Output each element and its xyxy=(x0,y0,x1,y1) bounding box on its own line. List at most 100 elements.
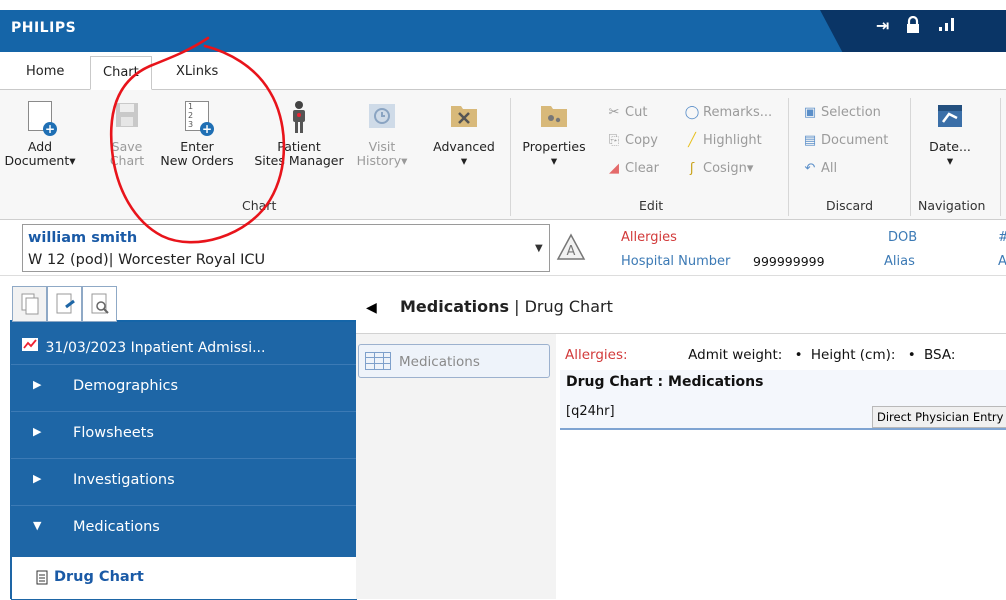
undo-icon: ↶ xyxy=(804,161,816,176)
properties-button[interactable]: Properties ▾ xyxy=(516,100,592,168)
highlighter-icon: ╱ xyxy=(688,133,696,148)
tab-home[interactable]: Home xyxy=(14,56,76,90)
allergy-alert-icon[interactable]: A xyxy=(556,233,586,265)
discard-all-button[interactable]: ↶ All xyxy=(802,161,838,176)
grid-icon xyxy=(365,352,391,370)
dropdown-arrow-icon[interactable]: ▼ xyxy=(535,243,543,254)
document-icon xyxy=(36,570,48,589)
patient-name: william smith xyxy=(28,230,138,246)
history-icon xyxy=(367,100,397,134)
copy-button[interactable]: ⎘ Copy xyxy=(606,133,658,148)
ribbon-separator xyxy=(510,98,511,216)
pin-icon[interactable]: ⇥ xyxy=(876,16,889,35)
pinned-document-tab-icon[interactable] xyxy=(47,286,82,322)
ribbon-separator xyxy=(910,98,911,216)
remarks-button[interactable]: ◯ Remarks... xyxy=(684,105,772,120)
patient-banner: william smith W 12 (pod)| Worcester Roya… xyxy=(0,220,1006,276)
svg-text:A: A xyxy=(567,244,576,259)
drug-chart-section: Drug Chart : Medications [q24hr] Direct … xyxy=(560,370,1006,430)
selection-icon: ▣ xyxy=(803,105,817,120)
discard-group-label: Discard xyxy=(826,198,873,213)
enter-new-orders-button[interactable]: 1 2 3 + Enter New Orders xyxy=(152,100,242,168)
advanced-tools-icon xyxy=(449,100,479,134)
hospital-number-label: Hospital Number xyxy=(621,254,731,269)
speech-bubble-icon: ◯ xyxy=(684,105,700,120)
allergies-label: Allergies xyxy=(621,230,677,245)
navigation-group-label: Navigation xyxy=(918,198,986,213)
properties-icon xyxy=(539,100,569,134)
chevron-right-icon: ▶ xyxy=(33,472,42,485)
ribbon: + Add Document▾ Save Chart 1 2 3 + Enter Ne… xyxy=(0,90,1006,220)
ribbon-tab-row: Home Chart XLinks xyxy=(0,52,1006,90)
medications-view-button[interactable]: Medications xyxy=(358,344,550,378)
nav-item-demographics[interactable]: ▶ Demographics xyxy=(11,364,357,410)
cut-button[interactable]: ✂ Cut xyxy=(606,105,648,120)
edit-group-label: Edit xyxy=(639,198,664,213)
patient-selector[interactable]: william smith W 12 (pod)| Worcester Roya… xyxy=(22,224,550,272)
advanced-button[interactable]: Advanced ▾ xyxy=(424,100,504,168)
collapse-arrow-icon[interactable]: ◀ xyxy=(366,300,377,316)
chevron-right-icon: ▶ xyxy=(33,378,42,391)
new-orders-icon: 1 2 3 + xyxy=(182,100,214,136)
search-document-tab-icon[interactable] xyxy=(82,286,117,322)
admit-weight-field: Admit weight: xyxy=(688,347,783,363)
left-nav-tab-strip xyxy=(10,284,356,322)
chevron-down-icon: ▼ xyxy=(33,519,42,532)
brand-logo: PHILIPS xyxy=(11,20,77,36)
save-icon xyxy=(112,100,142,134)
alias-label: Alias xyxy=(884,254,915,269)
nav-item-medications[interactable]: ▼ Medications xyxy=(11,505,357,551)
view-sidebar: Medications xyxy=(356,334,556,599)
tab-chart[interactable]: Chart xyxy=(90,56,152,90)
chart-icon xyxy=(21,336,41,356)
patient-location: W 12 (pod)| Worcester Royal ICU xyxy=(28,252,266,268)
date-navigation-button[interactable]: Date... ▾ xyxy=(920,100,980,168)
signal-icon[interactable] xyxy=(938,16,956,36)
add-document-icon: + xyxy=(25,100,57,136)
drug-chart-content: Allergies: Admit weight: • Height (cm): … xyxy=(560,334,1006,599)
document-icon: ▤ xyxy=(803,133,817,148)
save-chart-button[interactable]: Save Chart xyxy=(104,100,150,168)
chevron-right-icon: ▶ xyxy=(33,425,42,438)
ribbon-separator xyxy=(788,98,789,216)
ribbon-separator xyxy=(1000,98,1001,216)
drug-chart-title: Drug Chart : Medications xyxy=(566,374,764,390)
eraser-icon: ◢ xyxy=(609,161,619,176)
highlight-button[interactable]: ╱ Highlight xyxy=(684,133,762,148)
lock-icon[interactable] xyxy=(905,15,921,38)
title-bar: PHILIPS ⇥ xyxy=(0,0,1006,52)
dob-label: DOB xyxy=(888,230,918,245)
direct-physician-entry-button[interactable]: Direct Physician Entry xyxy=(872,406,1006,428)
pages-tab-icon[interactable] xyxy=(12,286,47,322)
visit-history-button[interactable]: Visit History▾ xyxy=(352,100,412,168)
scissors-icon: ✂ xyxy=(608,105,620,120)
clear-button[interactable]: ◢ Clear xyxy=(606,161,659,176)
nav-item-investigations[interactable]: ▶ Investigations xyxy=(11,458,357,504)
left-navigation: 31/03/2023 Inpatient Admissi... ▶ Demogr… xyxy=(10,276,357,600)
navigation-tree: 31/03/2023 Inpatient Admissi... ▶ Demogr… xyxy=(10,322,357,600)
nav-item-flowsheets[interactable]: ▶ Flowsheets xyxy=(11,411,357,457)
allergies-field: Allergies: xyxy=(565,347,628,363)
add-document-button[interactable]: + Add Document▾ xyxy=(2,100,78,168)
truncated-hash-label: # xyxy=(998,230,1006,245)
discard-document-button[interactable]: ▤ Document xyxy=(802,133,889,148)
person-icon xyxy=(284,100,314,134)
patient-sites-manager-button[interactable]: Patient Sites Manager xyxy=(250,100,348,168)
height-field: Height (cm): xyxy=(810,347,896,363)
bsa-field: BSA: xyxy=(924,347,956,363)
tab-xlinks[interactable]: XLinks xyxy=(164,56,230,90)
copy-icon: ⎘ xyxy=(608,133,620,148)
main-header: ◀ Medications | Drug Chart xyxy=(356,276,1006,334)
page-title: Medications | Drug Chart xyxy=(400,297,613,316)
cosign-pen-icon: ʃ xyxy=(689,161,695,176)
calendar-icon xyxy=(935,100,965,134)
chart-group-label: Chart xyxy=(242,198,277,213)
nav-subitem-drug-chart[interactable]: Drug Chart xyxy=(11,556,357,600)
hospital-number-value: 999999999 xyxy=(753,254,825,269)
patient-metrics-line: Allergies: Admit weight: • Height (cm): … xyxy=(565,347,956,363)
admission-header[interactable]: 31/03/2023 Inpatient Admissi... xyxy=(21,336,265,356)
discard-selection-button[interactable]: ▣ Selection xyxy=(802,105,881,120)
cosign-button[interactable]: ʃ Cosign▾ xyxy=(684,161,754,176)
frequency-label: [q24hr] xyxy=(566,404,615,419)
truncated-a-label: A xyxy=(998,254,1006,269)
